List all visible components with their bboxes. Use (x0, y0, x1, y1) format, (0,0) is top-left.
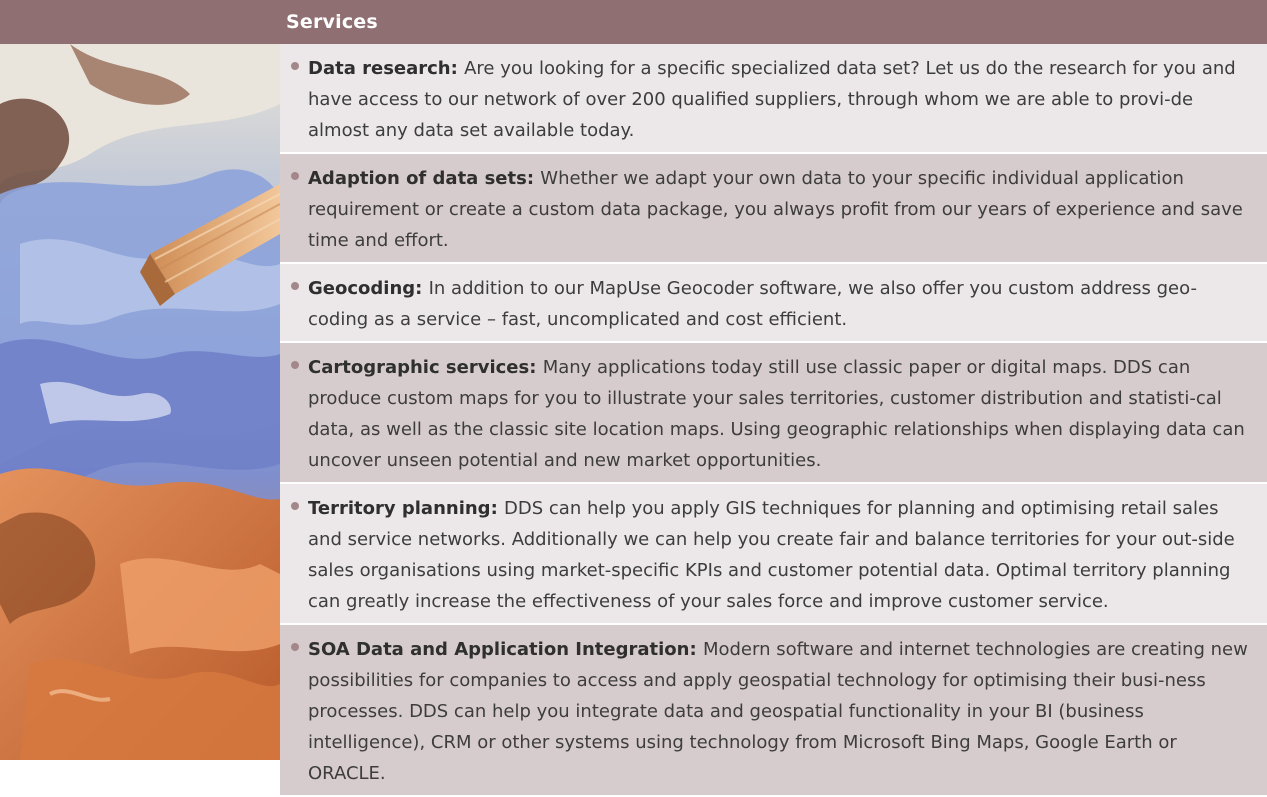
service-item-geocoding: Geocoding: In addition to our MapUse Geo… (280, 264, 1267, 343)
bullet-icon (291, 172, 299, 180)
service-title: Adaption of data sets: (308, 168, 541, 189)
service-title: Cartographic services: (308, 357, 543, 378)
service-title: Data research: (308, 58, 465, 79)
bullet-icon (291, 361, 299, 369)
bullet-icon (291, 62, 299, 70)
service-item-adaption-of-data-sets: Adaption of data sets: Whether we adapt … (280, 154, 1267, 264)
services-page: Services Data research: Are you looking … (0, 0, 1267, 797)
service-title: Territory planning: (308, 498, 505, 519)
service-title: Geocoding: (308, 278, 429, 299)
services-list: Data research: Are you looking for a spe… (280, 44, 1267, 797)
service-item-cartographic-services: Cartographic services: Many applications… (280, 343, 1267, 484)
service-item-territory-planning: Territory planning: DDS can help you app… (280, 484, 1267, 625)
header-band: Services (0, 0, 1267, 44)
service-title: SOA Data and Application Integration: (308, 639, 703, 660)
service-item-soa-integration: SOA Data and Application Integration: Mo… (280, 625, 1267, 797)
bullet-icon (291, 282, 299, 290)
service-item-data-research: Data research: Are you looking for a spe… (280, 44, 1267, 154)
service-description: In addition to our MapUse Geocoder softw… (308, 278, 1197, 330)
bullet-icon (291, 643, 299, 651)
oil-paint-palette-knife-image (0, 44, 280, 760)
service-description: Modern software and internet technologie… (308, 639, 1248, 784)
bullet-icon (291, 502, 299, 510)
page-title: Services (286, 11, 378, 33)
